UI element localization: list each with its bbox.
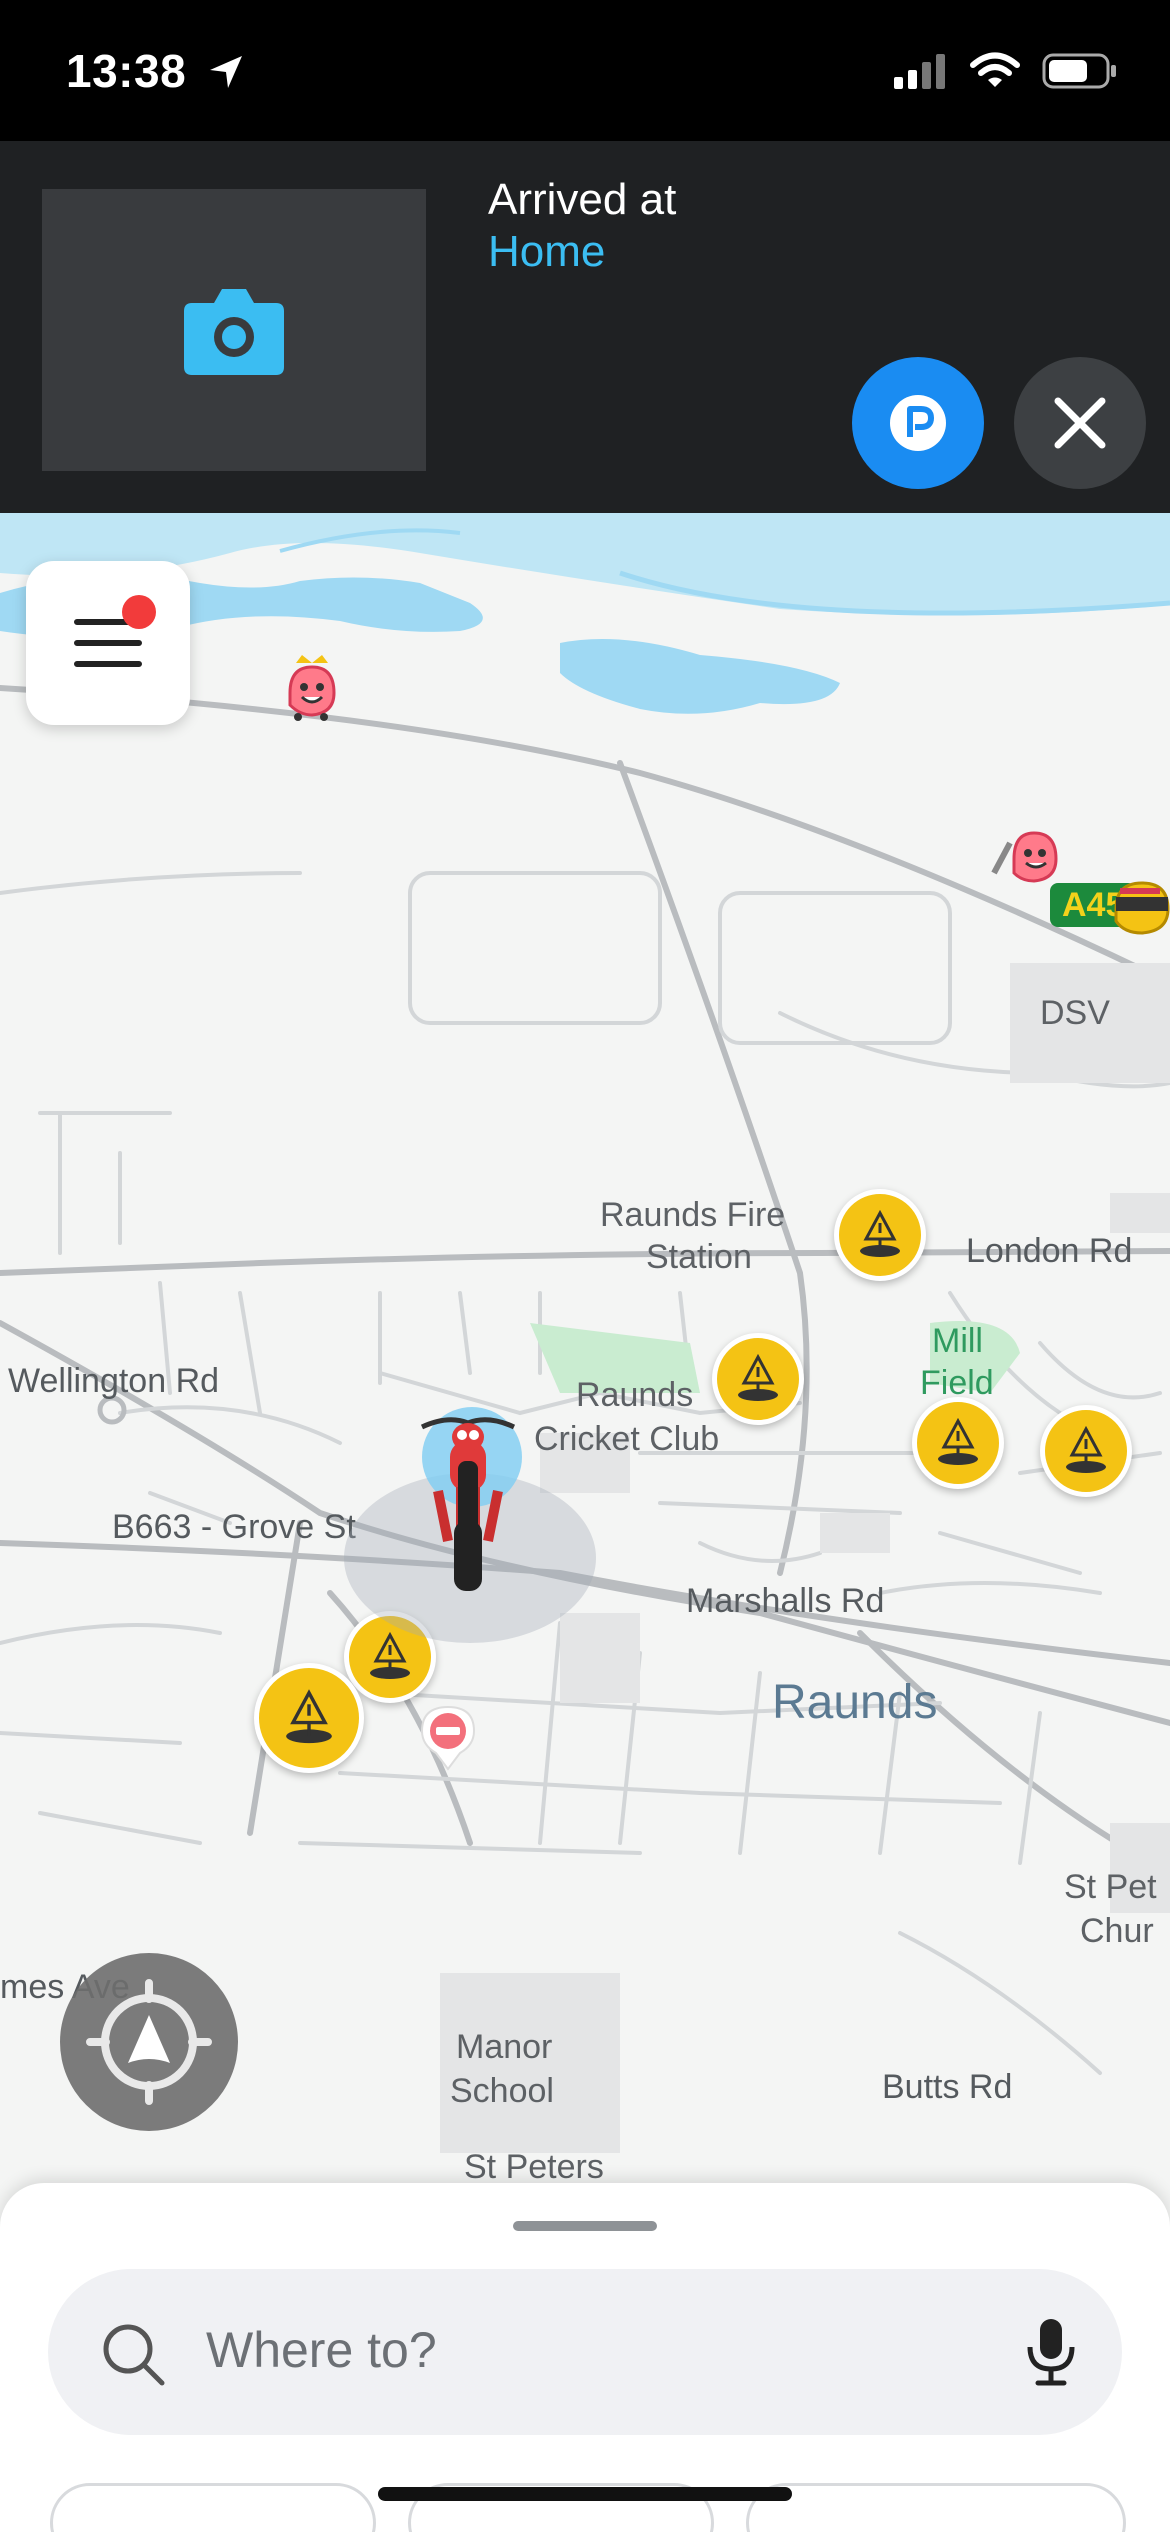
map-view[interactable]: DSV A45 Raunds Fire Station London Rd Mi… <box>0 513 1170 2183</box>
camera-icon <box>182 281 286 382</box>
cellular-signal-icon <box>894 53 948 94</box>
wazer-knight-icon[interactable] <box>990 823 1060 892</box>
wazer-ninja-icon[interactable] <box>1110 873 1170 942</box>
shortcut-chip[interactable] <box>746 2483 1126 2532</box>
pothole-hazard-icon[interactable] <box>834 1189 926 1281</box>
wazer-avatar-icon[interactable] <box>284 653 340 726</box>
arrived-destination[interactable]: Home <box>488 227 605 277</box>
parking-icon <box>890 395 946 451</box>
search-placeholder: Where to? <box>206 2322 437 2378</box>
battery-icon <box>1042 52 1118 95</box>
map-label-butts-rd: Butts Rd <box>882 2068 1013 2106</box>
search-input[interactable]: Where to? <box>48 2269 1122 2435</box>
motorcycle-vehicle-icon <box>408 1401 528 1626</box>
location-arrow-icon <box>206 52 246 97</box>
pothole-hazard-icon[interactable] <box>254 1663 364 1773</box>
map-label-church-line1: St Pet <box>1064 1868 1157 1906</box>
add-photo-button[interactable] <box>42 189 426 471</box>
pothole-hazard-icon[interactable] <box>912 1397 1004 1489</box>
map-label-church-line2: Chur <box>1080 1912 1154 1950</box>
arrived-label: Arrived at <box>488 175 677 224</box>
map-label-cricket-club-line1: Raunds <box>576 1376 694 1414</box>
map-label-mill-field-line1: Mill <box>932 1322 983 1360</box>
parking-button[interactable] <box>852 357 984 489</box>
map-label-town: Raunds <box>772 1676 938 1729</box>
notification-dot <box>122 595 156 629</box>
bottom-sheet[interactable]: Where to? <box>0 2183 1170 2532</box>
microphone-icon[interactable] <box>1024 2317 1078 2392</box>
home-indicator <box>378 2487 792 2501</box>
wifi-icon <box>970 52 1020 95</box>
map-label-marshalls-rd: Marshalls Rd <box>686 1582 885 1620</box>
map-label-fire-station-line2: Station <box>646 1238 752 1276</box>
search-icon <box>100 2321 166 2392</box>
map-label-london-rd: London Rd <box>966 1232 1133 1270</box>
recenter-button[interactable] <box>60 1953 238 2131</box>
map-label-cricket-club-line2: Cricket Club <box>534 1420 720 1458</box>
map-label-manor-school-line2: School <box>450 2072 554 2110</box>
menu-button[interactable] <box>26 561 190 725</box>
road-closed-icon[interactable] <box>418 1703 478 1778</box>
arrival-banner: Arrived at Home <box>0 141 1170 513</box>
close-button[interactable] <box>1014 357 1146 489</box>
pothole-hazard-icon[interactable] <box>712 1333 804 1425</box>
status-indicators <box>894 52 1118 95</box>
map-label-manor-school-line1: Manor <box>456 2028 553 2066</box>
close-icon <box>1054 397 1106 449</box>
map-label-grove-st: B663 - Grove St <box>112 1508 356 1546</box>
pothole-hazard-icon[interactable] <box>1040 1405 1132 1497</box>
sheet-grabber[interactable] <box>513 2221 657 2231</box>
map-base <box>0 513 1170 2153</box>
map-label-wellington-rd: Wellington Rd <box>8 1362 220 1400</box>
map-label-dsv: DSV <box>1040 994 1110 1032</box>
status-bar: 13:38 <box>0 0 1170 141</box>
map-label-st-peters: St Peters <box>464 2148 604 2183</box>
map-label-fire-station-line1: Raunds Fire <box>600 1196 786 1234</box>
compass-icon <box>86 1979 212 2105</box>
shortcut-chip[interactable] <box>50 2483 376 2532</box>
status-time: 13:38 <box>66 45 187 97</box>
